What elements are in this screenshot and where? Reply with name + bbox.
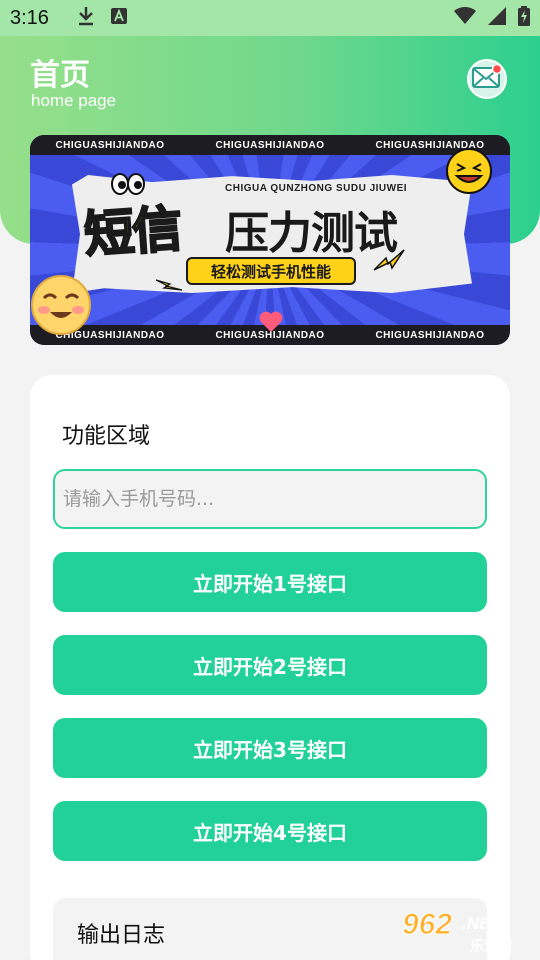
page-subtitle: home page xyxy=(31,91,117,110)
mail-icon xyxy=(472,63,503,93)
status-time: 3:16 xyxy=(10,6,49,29)
start-api-4-button[interactable]: 立即开始4号接口 xyxy=(53,801,487,861)
banner-headline-stress-test: 压力测试 xyxy=(225,208,398,259)
banner-tagline: 轻松测试手机性能 xyxy=(186,257,356,285)
watermark-suffix: .NET xyxy=(462,914,501,933)
lightning-icon xyxy=(154,276,184,296)
start-api-3-button[interactable]: 立即开始3号接口 xyxy=(53,718,487,778)
phone-number-input[interactable] xyxy=(53,469,487,529)
start-api-2-button[interactable]: 立即开始2号接口 xyxy=(53,635,487,695)
banner-strip-text: CHIGUASHIJIANDAO xyxy=(55,139,165,151)
heart-icon xyxy=(258,310,284,338)
text-a-icon xyxy=(110,8,127,28)
section-title: 功能区域 xyxy=(62,424,151,449)
watermark-number: 962 xyxy=(401,908,453,942)
start-api-1-button[interactable]: 立即开始1号接口 xyxy=(53,552,487,612)
battery-charging-icon xyxy=(518,6,530,30)
banner-strip-text: CHIGUASHIJIANDAO xyxy=(375,329,485,341)
watermark-site-name: 乐游网 xyxy=(470,939,512,955)
banner-headline-sms: 短信 xyxy=(81,199,183,266)
mail-button[interactable] xyxy=(467,59,507,99)
laughing-emoji-icon xyxy=(444,146,494,200)
wifi-icon xyxy=(454,6,476,29)
output-log-title: 输出日志 xyxy=(77,923,166,948)
status-bar: 3:16 xyxy=(0,0,540,36)
signal-icon xyxy=(488,7,506,29)
banner-top-strip: CHIGUASHIJIANDAO CHIGUASHIJIANDAO CHIGUA… xyxy=(30,135,510,155)
banner-subtext: CHIGUA QUNZHONG SUDU JIUWEI xyxy=(225,183,408,194)
smiling-emoji-icon xyxy=(30,274,92,340)
banner-strip-text: CHIGUASHIJIANDAO xyxy=(215,139,325,151)
download-icon xyxy=(77,6,95,30)
page-title: 首页 xyxy=(30,58,90,93)
